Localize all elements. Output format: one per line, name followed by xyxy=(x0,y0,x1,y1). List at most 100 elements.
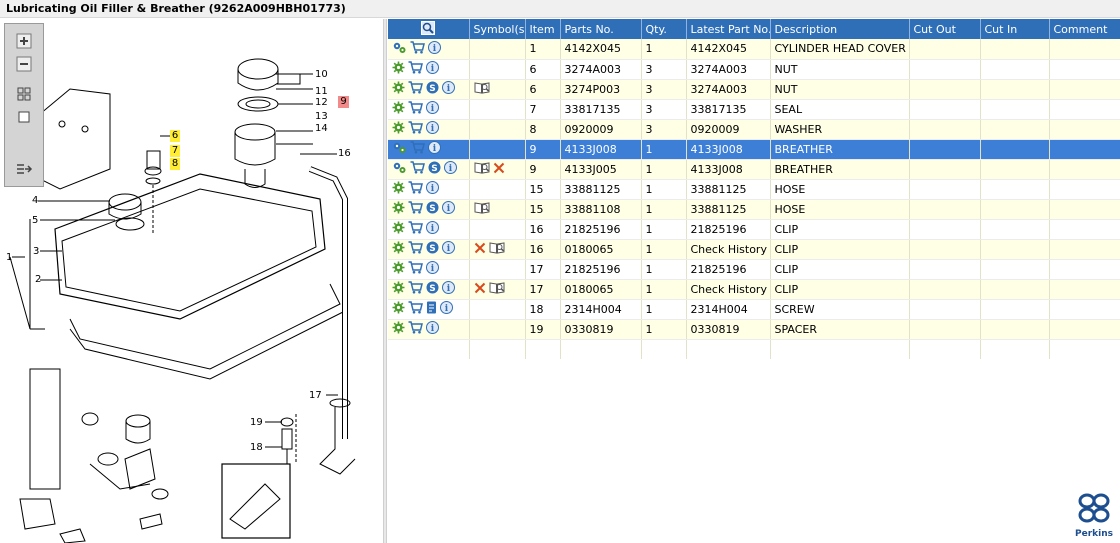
gear-icon[interactable] xyxy=(392,101,405,117)
callout-12[interactable]: 12 xyxy=(315,97,328,108)
callout-3[interactable]: 3 xyxy=(33,246,39,257)
column-header-cut-in[interactable]: Cut In xyxy=(980,19,1050,39)
table-row[interactable]: Si 6 3274P003 3 3274A003 NUT xyxy=(388,79,1120,100)
zoom-out-icon[interactable] xyxy=(13,55,35,73)
gear-icon[interactable] xyxy=(392,281,405,297)
doc-icon[interactable] xyxy=(426,301,437,317)
info-icon[interactable]: i xyxy=(426,321,439,337)
callout-9-flagged[interactable]: 9 xyxy=(338,96,349,108)
gear-icon[interactable] xyxy=(392,301,405,317)
table-row[interactable]: i 17 21825196 1 21825196 CLIP xyxy=(388,259,1120,280)
gear-icon[interactable] xyxy=(392,241,405,257)
book-icon[interactable] xyxy=(489,241,505,257)
cart-icon[interactable] xyxy=(408,261,423,277)
cart-icon[interactable] xyxy=(408,61,423,77)
info-icon[interactable]: i xyxy=(426,261,439,277)
column-header-description[interactable]: Description xyxy=(770,19,910,39)
callout-19[interactable]: 19 xyxy=(250,417,263,428)
gear-icon[interactable] xyxy=(392,81,405,97)
callout-11[interactable]: 11 xyxy=(315,86,328,97)
cart-icon[interactable] xyxy=(408,121,423,137)
table-row[interactable]: i 16 21825196 1 21825196 CLIP xyxy=(388,219,1120,240)
table-row[interactable]: i 15 33881125 1 33881125 HOSE xyxy=(388,179,1120,200)
gear-icon[interactable] xyxy=(392,261,405,277)
s-icon[interactable]: S xyxy=(426,241,439,257)
fit-page-icon[interactable] xyxy=(13,85,35,103)
info-icon[interactable]: i xyxy=(440,301,453,317)
callout-2[interactable]: 2 xyxy=(35,274,41,285)
gear-icon[interactable] xyxy=(392,121,405,137)
callout-18[interactable]: 18 xyxy=(250,442,263,453)
cart-icon[interactable] xyxy=(408,321,423,337)
info-icon[interactable]: i xyxy=(426,121,439,137)
find-icon[interactable] xyxy=(421,20,436,38)
callout-13[interactable]: 13 xyxy=(315,111,328,122)
cart-icon[interactable] xyxy=(408,301,423,317)
info-icon[interactable]: i xyxy=(442,201,455,217)
gear-icon[interactable] xyxy=(392,221,405,237)
cart-icon[interactable] xyxy=(408,201,423,217)
info-icon[interactable]: i xyxy=(426,181,439,197)
cross-icon[interactable] xyxy=(474,282,486,297)
info-icon[interactable]: i xyxy=(442,81,455,97)
column-header-symbols[interactable]: Symbol(s) xyxy=(469,19,526,39)
info-icon[interactable]: i xyxy=(442,241,455,257)
s-icon[interactable]: S xyxy=(426,281,439,297)
zoom-in-icon[interactable] xyxy=(13,32,35,50)
column-header-item[interactable]: Item xyxy=(525,19,561,39)
table-row[interactable]: Si 16 0180065 1 Check History CLIP xyxy=(388,239,1120,260)
gear-icon[interactable] xyxy=(392,201,405,217)
callout-4[interactable]: 4 xyxy=(32,195,38,206)
s-icon[interactable]: S xyxy=(428,161,441,177)
s-icon[interactable]: S xyxy=(426,81,439,97)
table-row[interactable]: i 1 4142X045 1 4142X045 CYLINDER HEAD COVER xyxy=(388,39,1120,60)
book-icon[interactable] xyxy=(474,161,490,177)
table-row[interactable]: i 8 0920009 3 0920009 WASHER xyxy=(388,119,1120,140)
table-row[interactable]: i 19 0330819 1 0330819 SPACER xyxy=(388,319,1120,340)
callout-1[interactable]: 1 xyxy=(6,252,12,263)
callout-16[interactable]: 16 xyxy=(338,148,351,159)
cart-icon[interactable] xyxy=(410,41,425,57)
info-icon[interactable]: i xyxy=(426,101,439,117)
table-row[interactable]: i 6 3274A003 3 3274A003 NUT xyxy=(388,59,1120,80)
callout-8[interactable]: 8 xyxy=(170,158,180,170)
gears-icon[interactable] xyxy=(392,41,407,57)
cart-icon[interactable] xyxy=(408,281,423,297)
info-icon[interactable]: i xyxy=(444,161,457,177)
table-row[interactable]: i 18 2314H004 1 2314H004 SCREW xyxy=(388,299,1120,320)
book-icon[interactable] xyxy=(489,281,505,297)
cart-icon[interactable] xyxy=(408,81,423,97)
cross-icon[interactable] xyxy=(493,162,505,177)
info-icon[interactable]: i xyxy=(426,61,439,77)
column-header-comment[interactable]: Comment xyxy=(1049,19,1120,39)
gears-icon[interactable] xyxy=(392,141,407,157)
actual-size-icon[interactable] xyxy=(13,108,35,126)
book-icon[interactable] xyxy=(474,81,490,97)
callout-7[interactable]: 7 xyxy=(170,145,180,157)
column-header-qty[interactable]: Qty. xyxy=(641,19,687,39)
column-header-parts-no[interactable]: Parts No. xyxy=(560,19,642,39)
callout-5[interactable]: 5 xyxy=(32,215,38,226)
cart-icon[interactable] xyxy=(410,161,425,177)
table-row[interactable]: i 7 33817135 3 33817135 SEAL xyxy=(388,99,1120,120)
column-header-latest-part-no[interactable]: Latest Part No. xyxy=(686,19,771,39)
callout-17[interactable]: 17 xyxy=(309,390,322,401)
callout-10[interactable]: 10 xyxy=(315,69,328,80)
pane-splitter[interactable] xyxy=(383,19,387,543)
book-icon[interactable] xyxy=(474,201,490,217)
info-icon[interactable]: i xyxy=(426,221,439,237)
table-row[interactable]: Si 15 33881108 1 33881125 HOSE xyxy=(388,199,1120,220)
table-row[interactable]: i 9 4133J008 1 4133J008 BREATHER xyxy=(388,139,1120,160)
gear-icon[interactable] xyxy=(392,61,405,77)
info-icon[interactable]: i xyxy=(428,40,441,57)
info-icon[interactable]: i xyxy=(442,281,455,297)
table-row[interactable]: Si 17 0180065 1 Check History CLIP xyxy=(388,279,1120,300)
table-row[interactable]: Si 9 4133J005 1 4133J008 BREATHER xyxy=(388,159,1120,180)
callout-14[interactable]: 14 xyxy=(315,123,328,134)
cart-icon[interactable] xyxy=(408,101,423,117)
gear-icon[interactable] xyxy=(392,321,405,337)
info-icon[interactable]: i xyxy=(428,141,441,157)
export-icon[interactable] xyxy=(13,161,35,179)
gears-icon[interactable] xyxy=(392,161,407,177)
callout-6[interactable]: 6 xyxy=(170,130,180,142)
